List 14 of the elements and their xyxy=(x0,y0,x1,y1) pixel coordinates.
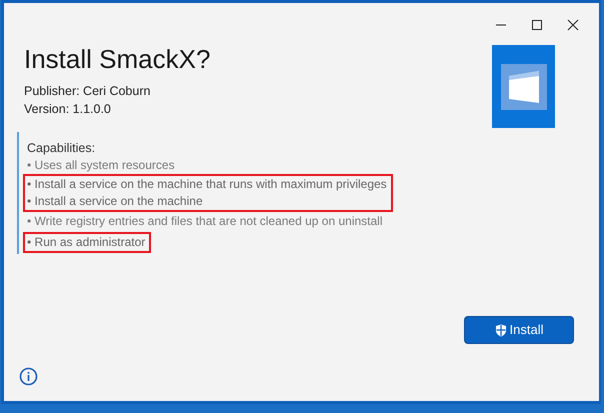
maximize-icon[interactable] xyxy=(531,19,543,31)
capability-item: • Uses all system resources xyxy=(26,157,176,174)
shield-icon xyxy=(494,324,507,336)
install-button[interactable]: Install xyxy=(464,316,574,344)
version-text: Version: 1.1.0.0 xyxy=(24,100,112,118)
capability-item: • Install a service on the machine that runs with maximum privileges xyxy=(26,176,387,193)
capability-item: • Run as administrator xyxy=(26,234,146,251)
info-icon[interactable] xyxy=(19,367,38,386)
dialog-title: Install SmackX? xyxy=(24,45,210,74)
close-icon[interactable] xyxy=(567,19,579,31)
publisher-text: Publisher: Ceri Coburn xyxy=(24,82,152,100)
capability-item: • Install a service on the machine xyxy=(26,193,204,210)
capability-item: • Write registry entries and files that are not cleaned up on uninstall xyxy=(26,213,384,230)
capabilities-heading: Capabilities: xyxy=(26,140,96,157)
